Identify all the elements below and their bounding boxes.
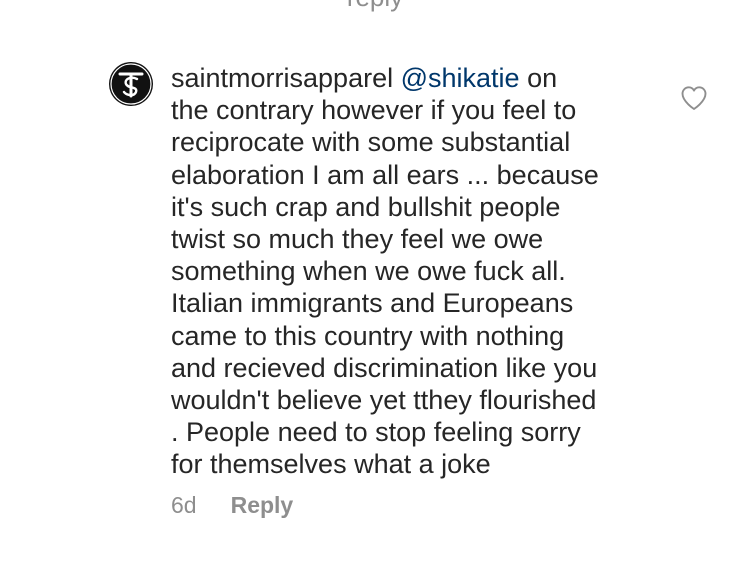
comment-line: on — [519, 63, 558, 93]
comment-line: reciprocate with some substantial — [171, 127, 571, 158]
comment-mention[interactable]: @shikatie — [401, 63, 520, 93]
heart-outline-icon — [681, 86, 707, 110]
comment-age: 6d — [171, 492, 197, 518]
comment-line: . People need to stop feeling sorry — [171, 417, 581, 448]
comment-line: came to this country with nothing — [171, 320, 565, 351]
comment-line: and recieved discrimination like you — [171, 352, 598, 383]
comment-line: the contrary however if you feel to — [171, 95, 577, 126]
comment-line: twist so much they feel we owe — [171, 224, 544, 255]
comment-meta: 6d Reply — [171, 492, 293, 519]
comment-line: it's such crap and bullshit people — [171, 191, 561, 222]
reply-button[interactable]: Reply — [231, 492, 294, 519]
comment-body: saintmorrisapparel @shikatie on the cont… — [171, 62, 651, 481]
comment-line: Italian immigrants and Europeans — [171, 288, 574, 319]
like-button[interactable] — [680, 85, 708, 111]
comment-line: elaboration I am all ears ... because — [171, 159, 599, 190]
comment-username[interactable]: saintmorrisapparel — [171, 63, 393, 93]
comment-text: saintmorrisapparel @shikatie on the cont… — [171, 62, 651, 481]
saint-morris-monogram-icon — [110, 63, 152, 105]
avatar[interactable] — [109, 62, 153, 106]
comment-line: for themselves what a joke — [171, 449, 491, 480]
previous-comment-reply-cutoff: reply — [0, 0, 750, 13]
comment-line: wouldn't believe yet tthey flourished — [171, 385, 597, 416]
comment-first-line: saintmorrisapparel @shikatie on — [171, 62, 651, 94]
comment-line: something when we owe fuck all. — [171, 256, 566, 287]
